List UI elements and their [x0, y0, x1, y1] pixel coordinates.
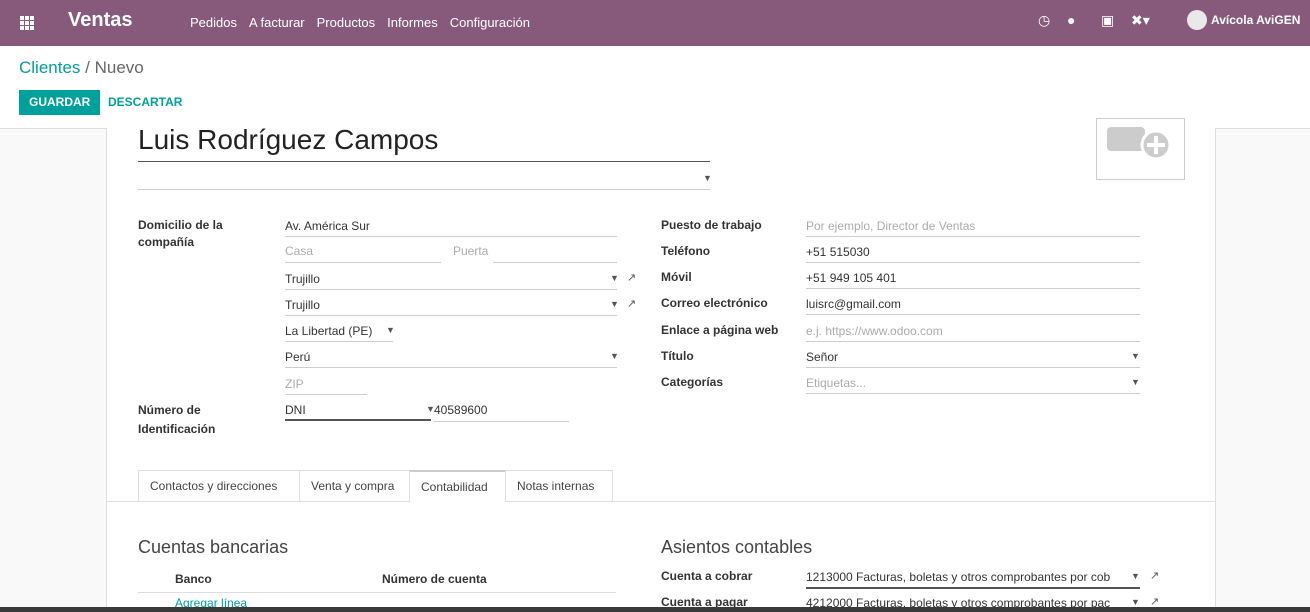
state-select[interactable]: La Libertad (PE) [285, 324, 372, 338]
form-sheet: Luis Rodríguez Campos ▼ Domicilio de la … [106, 118, 1216, 612]
title-underline [806, 366, 1140, 368]
tab-contabilidad[interactable]: Contabilidad [409, 470, 506, 502]
top-navbar: Ventas Pedidos A facturar Productos Info… [0, 0, 1310, 46]
mobile-label: Móvil [661, 270, 692, 284]
chevron-down-icon[interactable]: ▼ [1131, 351, 1140, 361]
job-underline [806, 235, 1140, 237]
email-underline [806, 313, 1140, 315]
name-underline [138, 161, 710, 162]
chevron-down-icon[interactable]: ▼ [610, 351, 619, 361]
tab-venta-compra[interactable]: Venta y compra [299, 470, 410, 501]
menu-item-pedidos[interactable]: Pedidos [190, 15, 237, 30]
address-label: Domicilio de la compañía [138, 218, 223, 249]
country-select[interactable]: Perú [285, 350, 310, 364]
phone-underline [806, 261, 1140, 263]
gift-icon[interactable]: ▣ [1101, 12, 1114, 29]
district-underline [285, 314, 617, 316]
mobile-input[interactable]: +51 949 105 401 [806, 271, 896, 285]
bank-column-header[interactable]: Banco [175, 572, 212, 586]
menu-item-configuracion[interactable]: Configuración [450, 15, 530, 30]
chat-icon[interactable]: ● [1067, 12, 1075, 28]
tags-label: Categorías [661, 375, 724, 389]
menu-item-productos[interactable]: Productos [317, 15, 376, 30]
website-input[interactable]: e.j. https://www.odoo.com [806, 324, 943, 338]
phone-input[interactable]: +51 515030 [806, 245, 870, 259]
apps-menu-icon[interactable] [20, 16, 34, 30]
bank-accounts-heading: Cuentas bancarias [138, 537, 289, 557]
bottom-scrollbar[interactable] [0, 607, 1310, 612]
chevron-down-icon[interactable]: ▼ [1131, 571, 1140, 581]
external-link-icon[interactable]: ↗ [627, 271, 636, 284]
company-select[interactable] [138, 189, 710, 190]
chevron-down-icon[interactable]: ▼ [610, 299, 619, 309]
avatar [1187, 10, 1207, 30]
zip-input[interactable]: ZIP [285, 377, 304, 391]
street-input[interactable]: Av. América Sur [285, 219, 370, 233]
country-underline [285, 366, 617, 368]
account-number-column-header[interactable]: Número de cuenta [382, 572, 487, 586]
phone-label: Teléfono [661, 244, 711, 258]
street2-underline [285, 261, 441, 263]
identification-label: Número de Identificación [138, 403, 216, 436]
user-menu[interactable]: Avícola AviGEN [1187, 10, 1300, 30]
breadcrumb-separator: / [85, 58, 90, 77]
menu-item-informes[interactable]: Informes [387, 15, 438, 30]
image-upload[interactable] [1096, 118, 1185, 180]
tags-input[interactable]: Etiquetas... [806, 376, 866, 390]
title-select[interactable]: Señor [806, 350, 838, 364]
job-input[interactable]: Por ejemplo, Director de Ventas [806, 219, 975, 233]
id-number-underline [434, 420, 569, 422]
chevron-down-icon[interactable]: ▼ [1131, 597, 1140, 607]
chevron-down-icon[interactable]: ▼ [703, 173, 712, 183]
control-panel: Clientes / Nuevo GUARDAR DESCARTAR [0, 46, 1310, 129]
job-label: Puesto de trabajo [661, 218, 762, 232]
zip-underline [285, 393, 367, 395]
external-link-icon[interactable]: ↗ [627, 297, 636, 310]
chevron-down-icon[interactable]: ▼ [610, 273, 619, 283]
province-underline [285, 288, 617, 290]
district-select[interactable]: Trujillo [285, 298, 320, 312]
email-label: Correo electrónico [661, 296, 768, 310]
accounting-entries-heading: Asientos contables [661, 537, 813, 557]
id-type-underline [285, 419, 431, 421]
app-brand[interactable]: Ventas [68, 9, 132, 32]
receivable-underline [806, 587, 1140, 589]
discard-button[interactable]: DESCARTAR [108, 90, 182, 115]
user-name: Avícola AviGEN [1211, 13, 1301, 27]
email-input[interactable]: luisrc@gmail.com [806, 297, 901, 311]
street2-input[interactable]: Casa [285, 244, 313, 258]
door-input[interactable]: Puerta [453, 244, 488, 258]
chevron-down-icon[interactable]: ▼ [1131, 377, 1140, 387]
tab-contactos[interactable]: Contactos y direcciones [138, 470, 300, 501]
activity-clock-icon[interactable]: ◷ [1038, 12, 1050, 29]
breadcrumb: Clientes / Nuevo [19, 58, 144, 78]
receivable-select[interactable]: 1213000 Facturas, boletas y otros compro… [806, 570, 1124, 584]
debug-tools-icon[interactable]: ✖▾ [1131, 12, 1150, 29]
street-underline [285, 235, 617, 237]
camera-plus-icon [1107, 127, 1172, 161]
website-label: Enlace a página web [661, 323, 779, 337]
province-select[interactable]: Trujillo [285, 272, 320, 286]
receivable-label: Cuenta a cobrar [661, 569, 753, 583]
chevron-down-icon[interactable]: ▼ [386, 325, 395, 335]
id-number-input[interactable]: 40589600 [434, 403, 487, 417]
partner-name-input[interactable]: Luis Rodríguez Campos [138, 124, 438, 156]
state-underline [285, 340, 393, 342]
main-menu: Pedidos A facturar Productos Informes Co… [190, 15, 542, 30]
id-type-select[interactable]: DNI [285, 403, 306, 417]
website-underline [806, 340, 1140, 342]
save-button[interactable]: GUARDAR [19, 90, 101, 115]
title-label: Título [661, 349, 694, 363]
menu-item-a-facturar[interactable]: A facturar [249, 15, 305, 30]
door-underline [493, 261, 617, 263]
tab-notas-internas[interactable]: Notas internas [505, 470, 613, 501]
mobile-underline [806, 287, 1140, 289]
tags-underline [806, 392, 1140, 394]
external-link-icon[interactable]: ↗ [1150, 569, 1159, 582]
notebook-tabs: Contactos y direcciones Venta y compra C… [107, 470, 1215, 502]
breadcrumb-current: Nuevo [94, 58, 144, 77]
breadcrumb-clientes[interactable]: Clientes [19, 58, 80, 77]
